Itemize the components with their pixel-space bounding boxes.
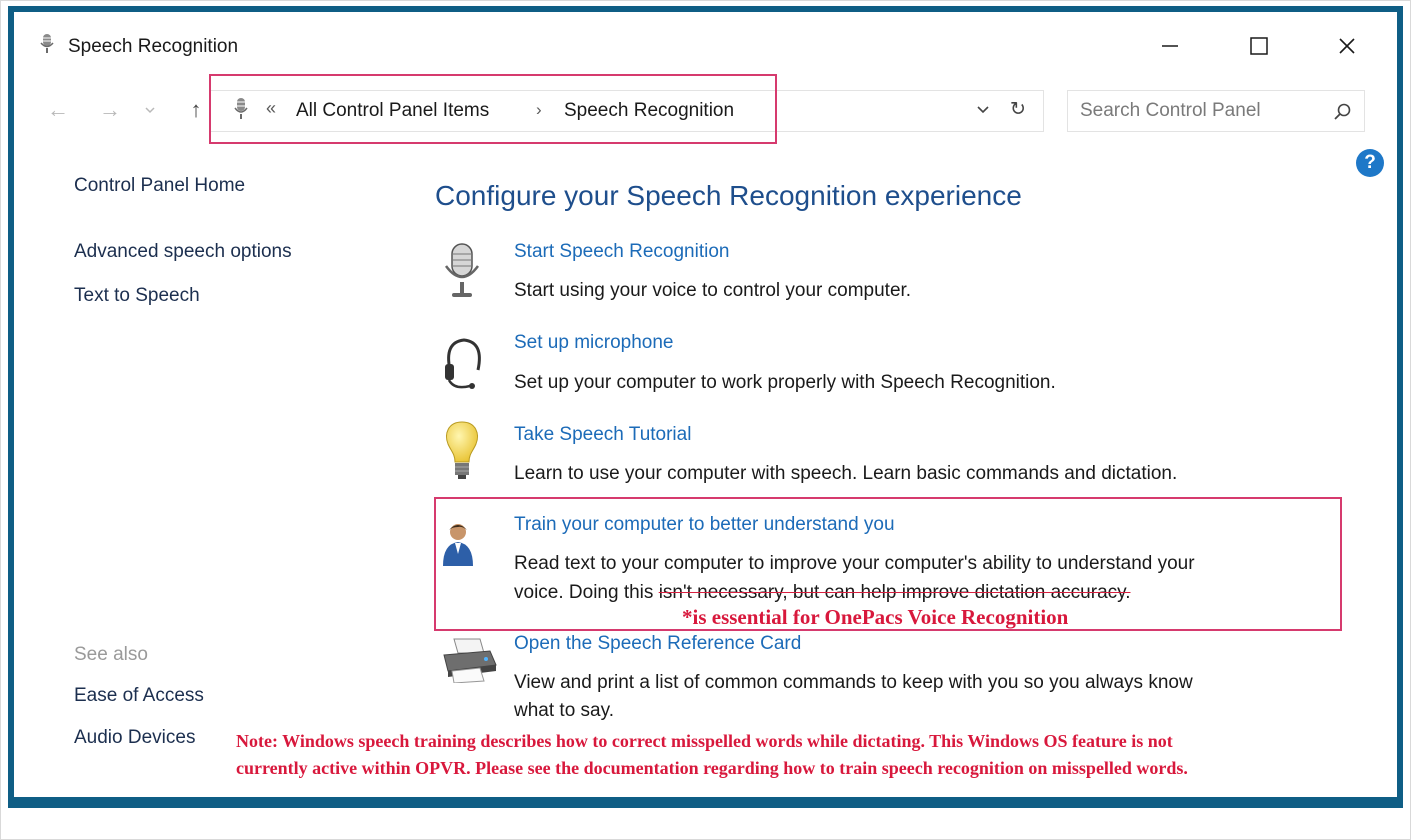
microphone-icon [40,34,54,53]
headset-icon [445,338,481,389]
train-annotation: *is essential for OnePacs Voice Recognit… [682,605,1069,629]
minimize-button[interactable] [1147,26,1193,66]
maximize-icon [1250,37,1268,55]
speech-reference-card-desc-line1: View and print a list of common commands… [514,672,1193,693]
note-line-2: currently active within OPVR. Please see… [236,758,1188,778]
breadcrumb-speech-recognition[interactable]: Speech Recognition [564,100,734,122]
microphone-icon [234,98,248,119]
up-button[interactable]: ↑ [184,97,208,122]
breadcrumb-overflow-chevron[interactable]: « [266,98,276,119]
set-up-microphone-link[interactable]: Set up microphone [514,332,674,354]
window-title: Speech Recognition [68,36,239,57]
see-also-ease-of-access[interactable]: Ease of Access [74,685,204,707]
breadcrumb-all-control-panel-items[interactable]: All Control Panel Items [296,100,489,122]
speech-reference-card-link[interactable]: Open the Speech Reference Card [514,633,801,655]
breadcrumb-separator[interactable]: › [536,100,542,120]
take-speech-tutorial-desc: Learn to use your computer with speech. … [514,463,1178,484]
start-speech-recognition-desc: Start using your voice to control your c… [514,280,912,301]
minimize-icon [1162,45,1178,47]
sidebar-item-advanced-speech-options[interactable]: Advanced speech options [74,241,292,263]
set-up-microphone-desc: Set up your computer to work properly wi… [514,372,1056,393]
recent-locations-button[interactable] [142,98,158,122]
page-title: Configure your Speech Recognition experi… [435,180,1022,211]
lightbulb-icon [446,421,478,479]
note-line-1: Note: Windows speech training describes … [236,731,1173,751]
search-input[interactable] [1080,100,1300,122]
address-dropdown-button[interactable] [976,102,990,119]
printer-icon [443,638,497,683]
title-bar[interactable]: Speech Recognition [14,12,1397,76]
train-computer-desc-line1: Read text to your computer to improve yo… [514,553,1195,574]
chevron-down-icon [977,106,989,114]
control-panel-window: Speech Recognition ← → ↑ « All Control P… [14,12,1397,797]
close-icon [1339,38,1355,54]
train-computer-link[interactable]: Train your computer to better understand… [514,514,895,536]
forward-button[interactable]: → [96,97,124,122]
help-icon[interactable]: ? [1356,149,1384,177]
see-also-heading: See also [74,644,148,665]
sidebar-item-text-to-speech[interactable]: Text to Speech [74,285,200,307]
train-computer-desc-start: voice. Doing this [514,582,659,603]
sidebar-item-control-panel-home[interactable]: Control Panel Home [74,175,245,197]
maximize-button[interactable] [1236,26,1282,66]
refresh-button[interactable]: ↻ [1010,98,1026,121]
train-computer-desc-line2: voice. Doing this isn't necessary, but c… [514,578,1131,607]
windows-training-note: Note: Windows speech training describes … [236,728,1386,782]
close-button[interactable] [1324,26,1370,66]
start-speech-recognition-link[interactable]: Start Speech Recognition [514,241,729,263]
train-computer-desc-struck: isn't necessary, but can help improve di… [658,582,1131,603]
back-button[interactable]: ← [44,97,72,122]
chevron-down-icon [145,107,155,114]
search-icon[interactable] [1332,102,1352,122]
see-also-audio-devices[interactable]: Audio Devices [74,727,195,749]
user-icon [443,524,473,566]
take-speech-tutorial-link[interactable]: Take Speech Tutorial [514,424,691,446]
microphone-icon [444,243,480,297]
speech-reference-card-desc-line2: what to say. [514,700,614,721]
